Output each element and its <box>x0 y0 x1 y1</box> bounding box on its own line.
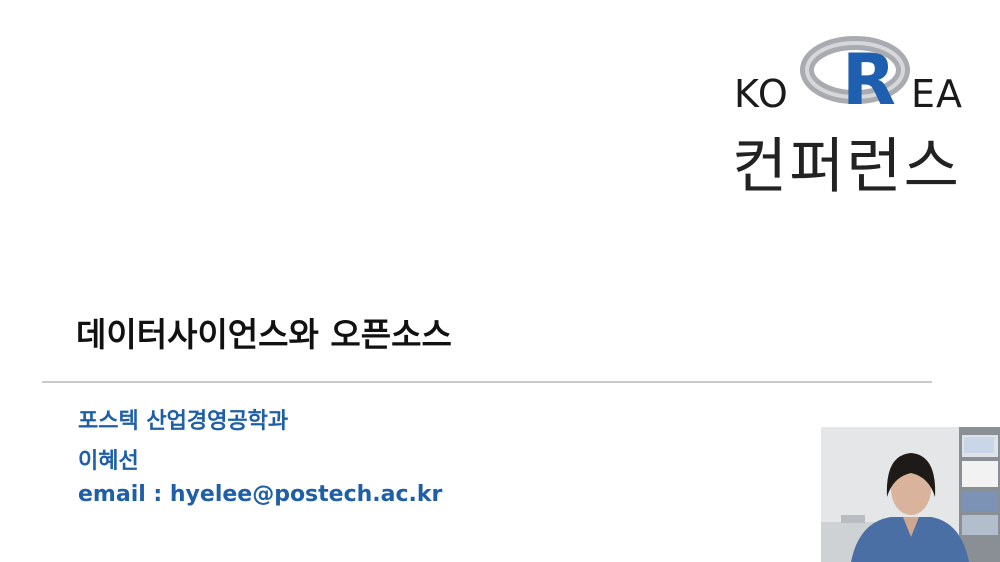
affiliation: 포스텍 산업경영공학과 <box>78 409 289 434</box>
r-korea-conference-logo: KO R EA 컨퍼런스 <box>730 30 970 202</box>
webcam-image <box>821 427 1000 562</box>
logo-text-ko: KO <box>734 72 789 116</box>
webcam-video-feed <box>821 427 1000 562</box>
divider <box>42 381 932 383</box>
slide-title: 데이터사이언스와 오픈소스 <box>76 315 452 354</box>
logo-r-letter: R <box>842 39 896 117</box>
logo-subtitle: 컨퍼런스 <box>732 132 961 202</box>
presenter-name: 이혜선 <box>78 449 139 474</box>
logo-text-ea: EA <box>911 72 964 116</box>
email: email : hyelee@postech.ac.kr <box>78 482 443 507</box>
r-logo-icon: R <box>800 36 910 117</box>
